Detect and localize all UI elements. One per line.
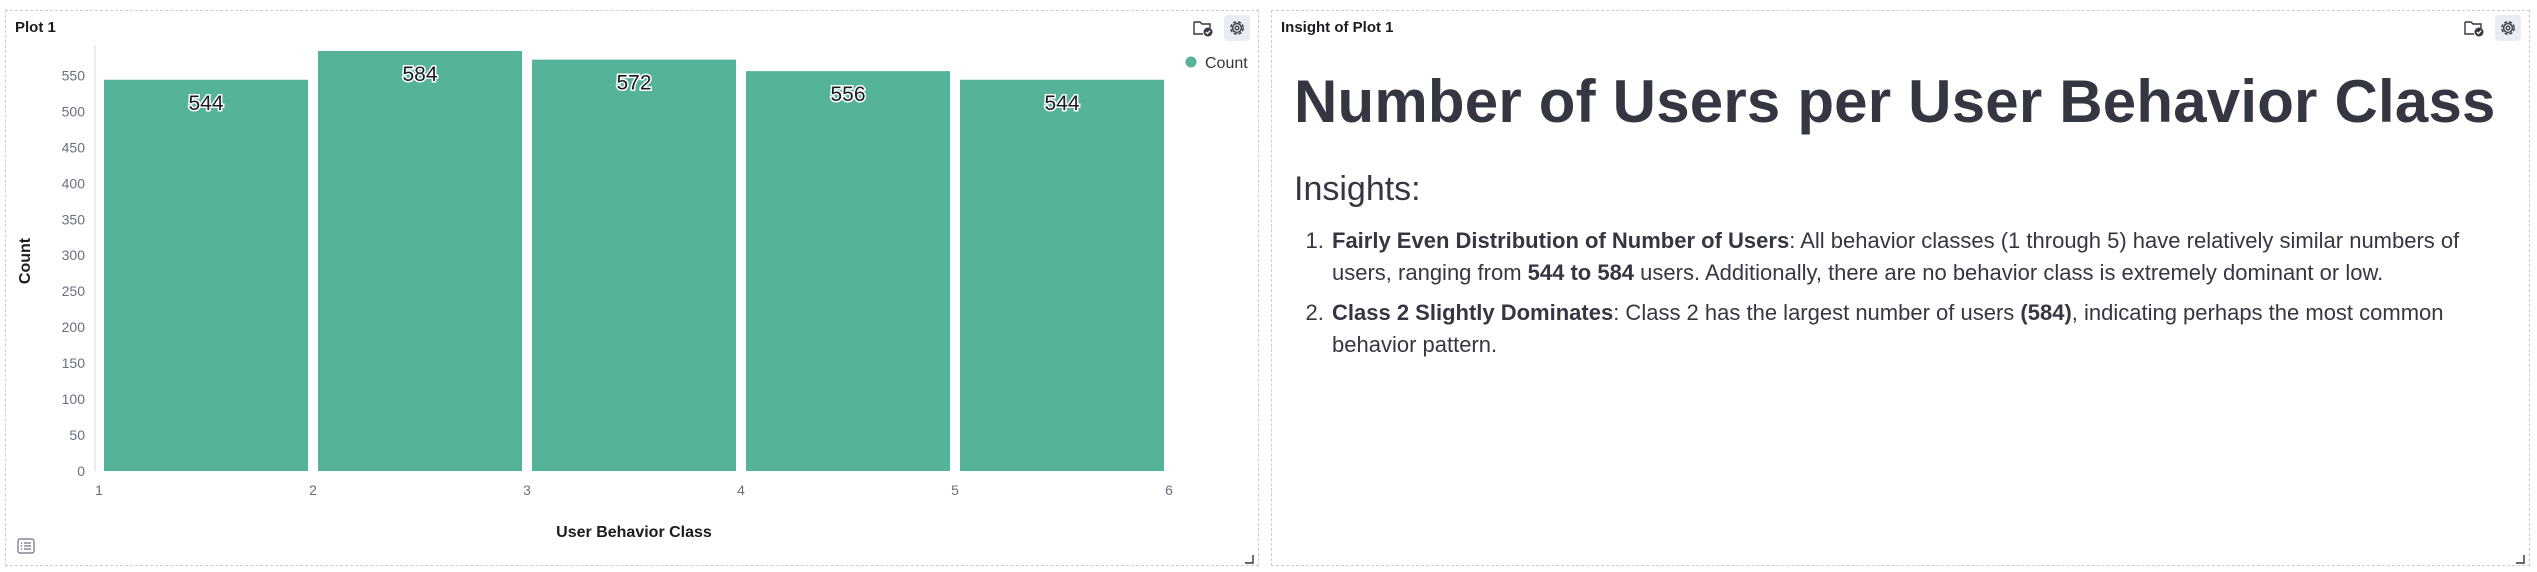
x-tick-label: 4 xyxy=(737,482,745,498)
insight-panel: Insight of Plot 1 Number of Users per Us… xyxy=(1271,10,2530,566)
insight-subheading: Insights: xyxy=(1294,170,1421,208)
bar[interactable] xyxy=(532,59,736,472)
y-tick-label: 150 xyxy=(62,355,86,371)
resize-icon[interactable] xyxy=(1244,551,1254,564)
insight-item-bold: (584) xyxy=(2020,300,2072,325)
resize-icon[interactable] xyxy=(2515,551,2525,564)
y-tick-label: 50 xyxy=(69,427,85,443)
bar[interactable] xyxy=(318,51,522,471)
bar-data-label: 544 xyxy=(188,92,223,115)
bar[interactable] xyxy=(960,79,1164,471)
x-axis-ticks: 1 2 3 4 5 6 xyxy=(95,482,1173,498)
insight-item-lead: Fairly Even Distribution of Number of Us… xyxy=(1332,228,1790,253)
x-tick-label: 2 xyxy=(309,482,317,498)
y-tick-label: 450 xyxy=(62,139,86,155)
bar[interactable] xyxy=(746,71,950,471)
x-tick-label: 5 xyxy=(951,482,959,498)
insight-item-text: users. Additionally, there are no behavi… xyxy=(1634,260,2384,285)
insight-panel-title: Insight of Plot 1 xyxy=(1281,19,1394,36)
folder-check-icon[interactable] xyxy=(2461,15,2487,41)
insight-panel-actions xyxy=(2461,15,2521,41)
list-item: Class 2 Slightly Dominates: Class 2 has … xyxy=(1330,297,2509,361)
y-axis-ticks: 0 50 100 150 200 250 300 350 400 450 500 550 xyxy=(62,67,86,479)
y-tick-label: 0 xyxy=(77,463,85,479)
bar-data-label: 544 xyxy=(1044,92,1079,115)
x-tick-label: 1 xyxy=(95,482,103,498)
gear-icon[interactable] xyxy=(2495,15,2521,41)
bar-data-label: 556 xyxy=(830,83,865,106)
chart-legend[interactable]: Count xyxy=(1185,55,1249,72)
y-tick-label: 300 xyxy=(62,247,86,263)
insight-item-bold: 544 to 584 xyxy=(1527,260,1635,285)
x-tick-label: 6 xyxy=(1165,482,1173,498)
y-tick-label: 500 xyxy=(62,103,86,119)
bar[interactable] xyxy=(104,79,308,471)
bar-chart: 0 50 100 150 200 250 300 350 400 450 500 550 1 2 3 4 5 6… xyxy=(17,45,1249,541)
legend-label: Count xyxy=(1205,55,1248,72)
y-tick-label: 200 xyxy=(62,319,86,335)
y-tick-label: 550 xyxy=(62,67,86,83)
bar-data-label: 572 xyxy=(616,72,651,95)
insight-content: Number of Users per User Behavior Class … xyxy=(1294,67,2509,369)
y-tick-label: 400 xyxy=(62,175,86,191)
insight-list: Fairly Even Distribution of Number of Us… xyxy=(1294,225,2509,361)
y-tick-label: 100 xyxy=(62,391,86,407)
x-axis-label: User Behavior Class xyxy=(556,524,712,541)
legend-swatch xyxy=(1185,56,1197,68)
x-tick-label: 3 xyxy=(523,482,531,498)
insight-heading: Number of Users per User Behavior Class xyxy=(1294,68,2496,135)
list-item: Fairly Even Distribution of Number of Us… xyxy=(1330,225,2509,289)
list-icon[interactable] xyxy=(14,535,38,557)
y-axis-label: Count xyxy=(17,237,34,284)
bars-group xyxy=(104,51,1164,472)
insight-item-text: : Class 2 has the largest number of user… xyxy=(1613,300,2021,325)
y-tick-label: 250 xyxy=(62,283,86,299)
y-tick-label: 350 xyxy=(62,211,86,227)
insight-item-lead: Class 2 Slightly Dominates xyxy=(1332,300,1614,325)
plot-panel: Plot 1 0 50 100 150 200 250 300 350 400 450 500 550… xyxy=(5,10,1259,566)
bar-data-label: 584 xyxy=(402,63,437,86)
